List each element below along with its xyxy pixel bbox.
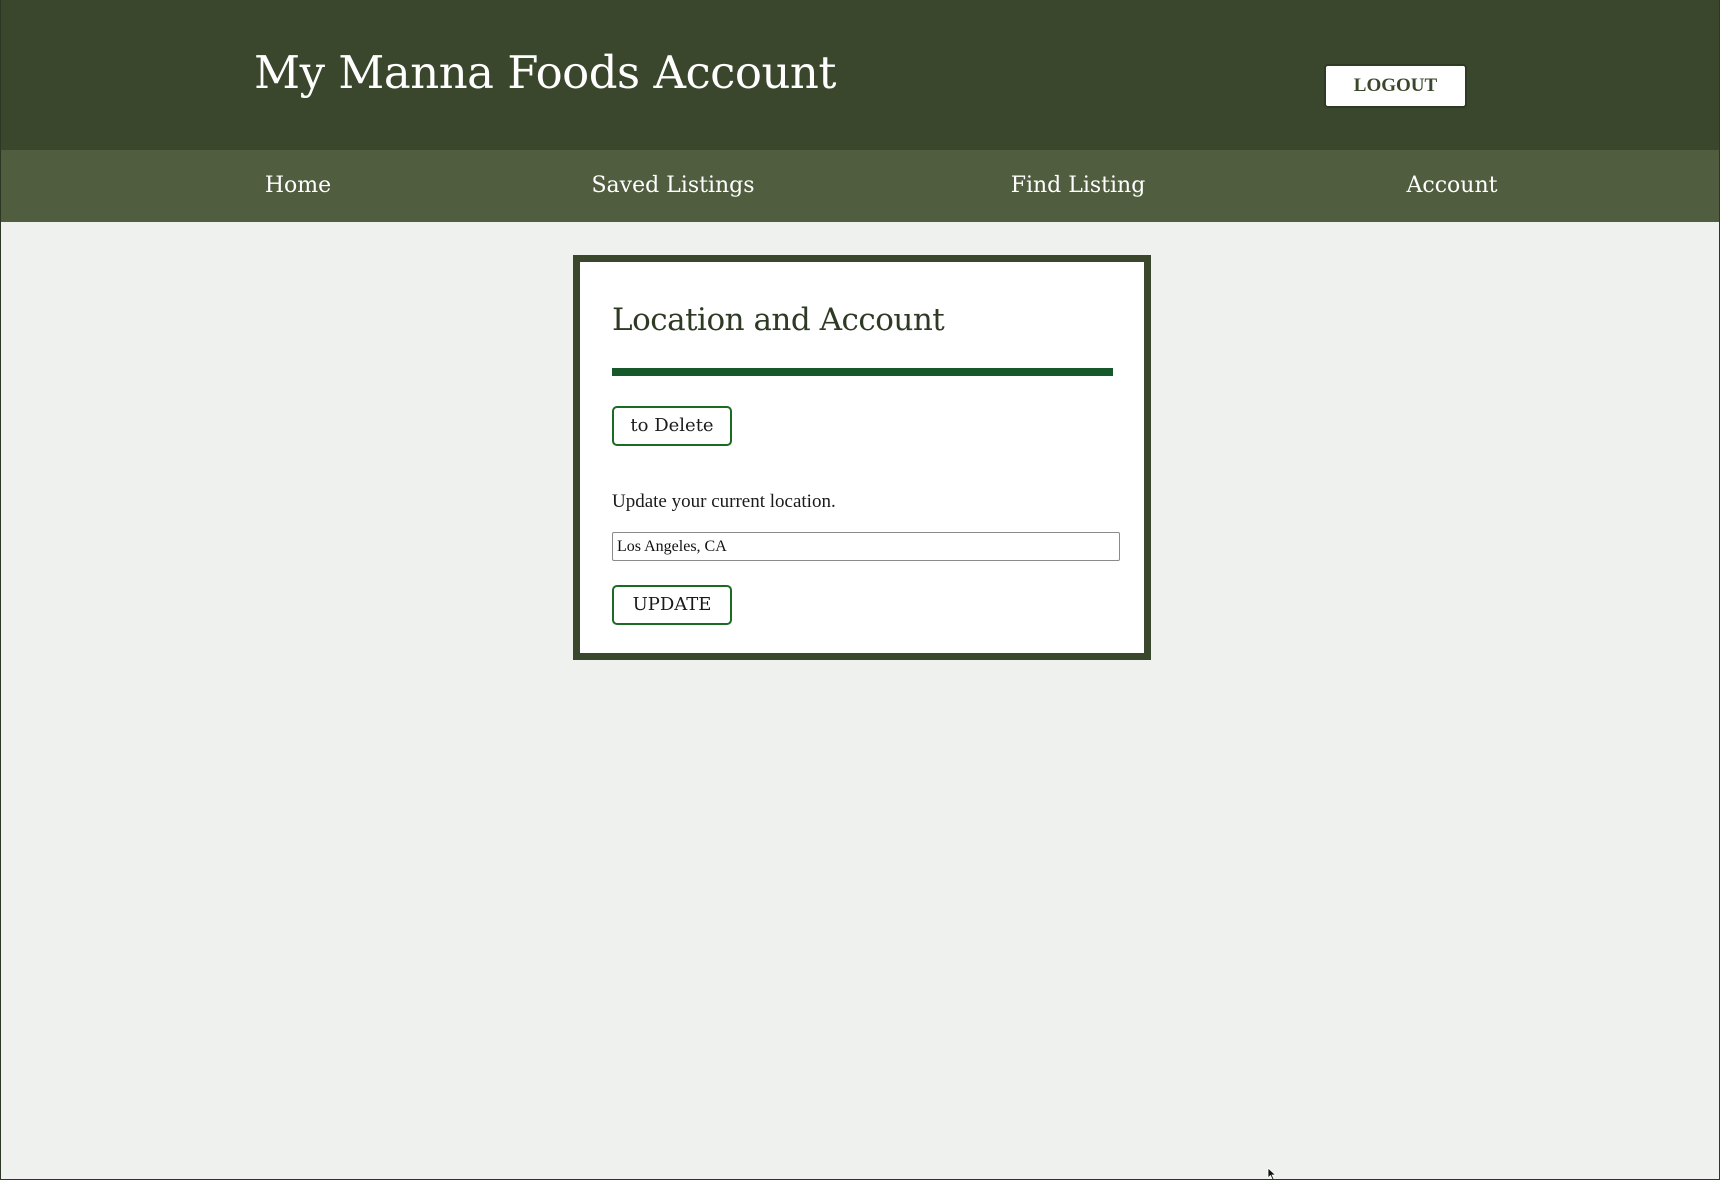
location-label: Update your current location. <box>612 491 836 512</box>
card-title: Location and Account <box>612 302 945 338</box>
nav-item-home[interactable]: Home <box>265 150 331 222</box>
location-account-card: Location and Account to Delete Update yo… <box>573 255 1151 660</box>
nav-item-account[interactable]: Account <box>1407 150 1498 222</box>
card-divider <box>612 368 1113 376</box>
location-input[interactable] <box>612 532 1120 561</box>
logout-button[interactable]: LOGOUT <box>1324 64 1467 108</box>
mouse-pointer-icon <box>1267 1167 1277 1179</box>
delete-button[interactable]: to Delete <box>612 406 732 446</box>
site-title: My Manna Foods Account <box>254 46 837 99</box>
nav-item-find-listing[interactable]: Find Listing <box>1011 150 1146 222</box>
site-header: My Manna Foods Account LOGOUT <box>1 0 1719 150</box>
update-button[interactable]: UPDATE <box>612 585 732 625</box>
nav-item-saved-listings[interactable]: Saved Listings <box>591 150 754 222</box>
main-nav: Home Saved Listings Find Listing Account <box>1 150 1719 222</box>
page: My Manna Foods Account LOGOUT Home Saved… <box>0 0 1720 1180</box>
